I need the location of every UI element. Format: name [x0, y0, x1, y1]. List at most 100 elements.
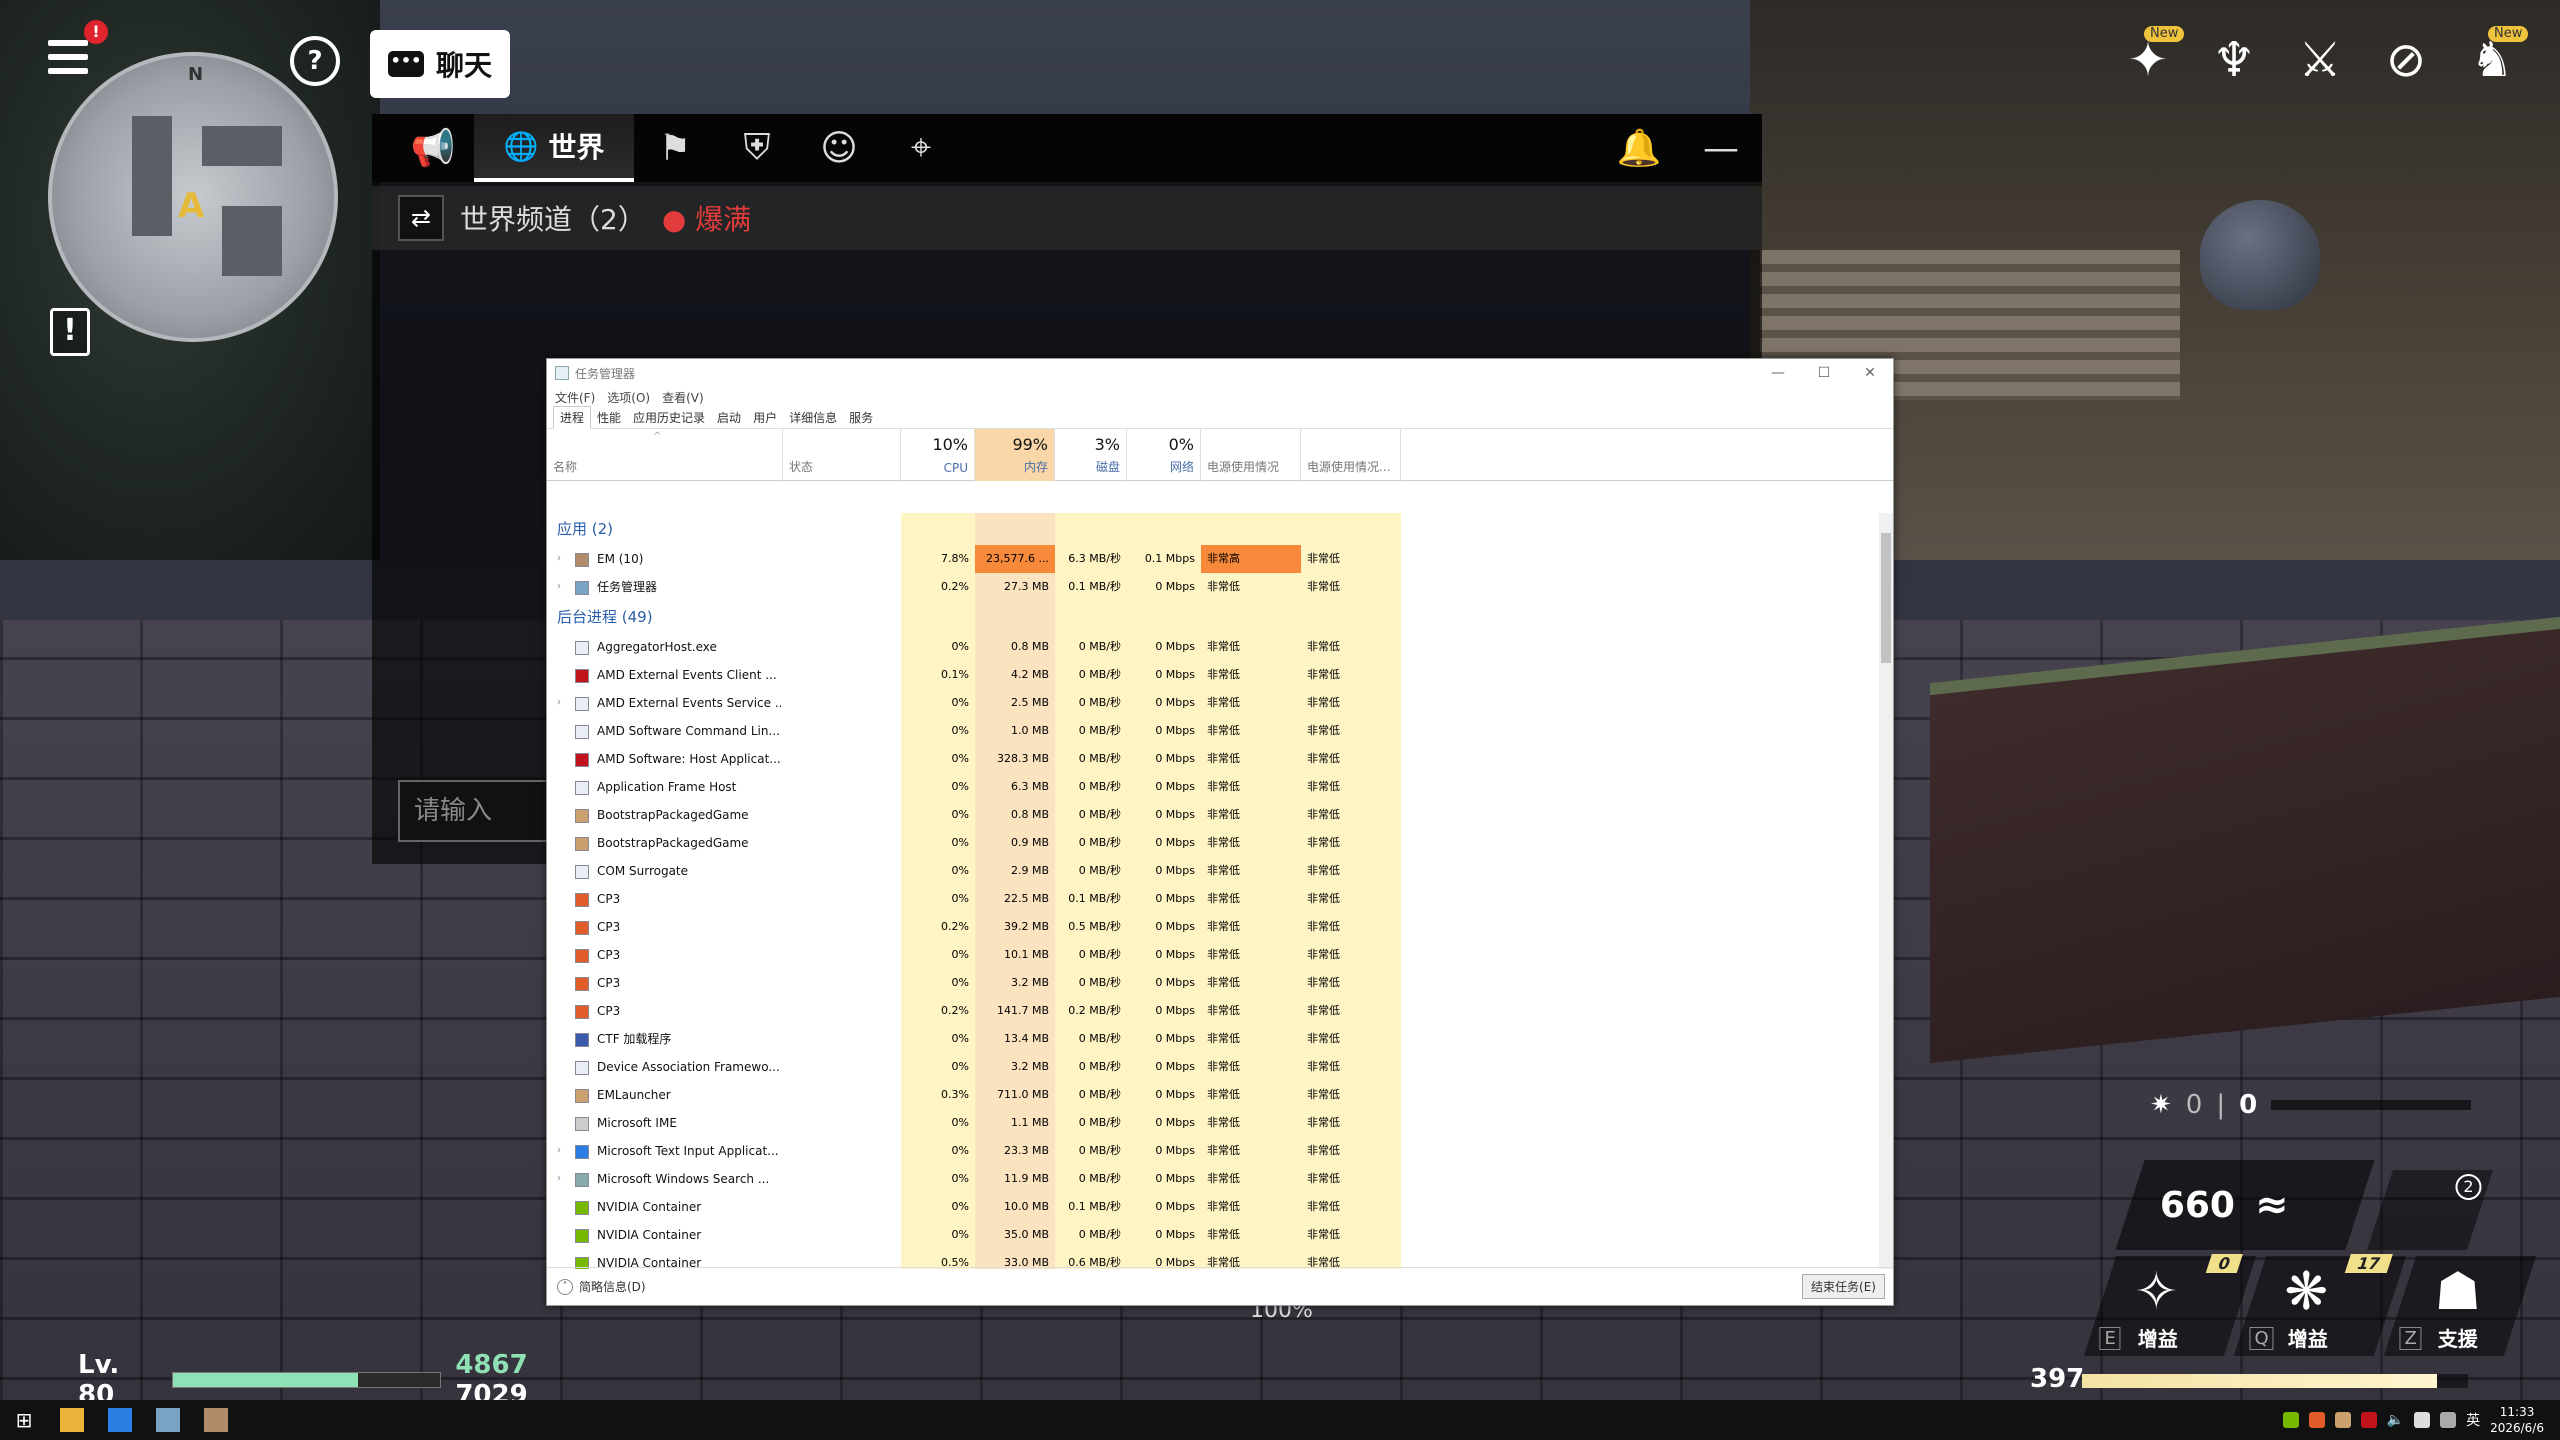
process-row[interactable]: NVIDIA Container 0% 35.0 MB 0 MB/秒 0 Mbps 非常低…: [547, 1221, 1893, 1249]
tab-guild[interactable]: ⛨: [716, 114, 798, 182]
col-power[interactable]: 电源使用情况: [1201, 429, 1301, 481]
quest-alert-icon[interactable]: !: [50, 308, 90, 356]
process-row[interactable]: › Microsoft Text Input Applicat... 0% 23.3 …: [547, 1137, 1893, 1165]
process-row[interactable]: Device Association Framewo... 0% 3.2 MB 0 M…: [547, 1053, 1893, 1081]
nvidia-tray-icon[interactable]: [2282, 1412, 2299, 1428]
chat-input[interactable]: 请输入: [398, 780, 568, 842]
end-task-button[interactable]: 结束任务(E): [1802, 1274, 1885, 1299]
inventory-icon[interactable]: ♆: [2206, 30, 2262, 90]
process-row[interactable]: AMD Software Command Lin... 0% 1.0 MB 0 MB/…: [547, 717, 1893, 745]
skill-z-label: 支援: [2437, 1327, 2478, 1351]
menu-file[interactable]: 文件(F): [555, 389, 595, 406]
chat-button[interactable]: ••• 聊天: [370, 30, 510, 98]
tab-app-history[interactable]: 应用历史记录: [627, 407, 711, 428]
battery-icon[interactable]: [2440, 1412, 2457, 1428]
tab-startup[interactable]: 启动: [711, 407, 747, 428]
process-row[interactable]: CP3 0% 22.5 MB 0.1 MB/秒 0 Mbps 非常低 非常低: [547, 885, 1893, 913]
process-row[interactable]: AggregatorHost.exe 0% 0.8 MB 0 MB/秒 0 Mbps 非常…: [547, 633, 1893, 661]
skill-q[interactable]: 17 ❋ Q 增益: [2233, 1254, 2407, 1356]
shield-icon: ⛨: [743, 127, 771, 168]
ime-indicator[interactable]: 英: [2466, 1410, 2480, 1430]
process-trend: 非常低: [1301, 1249, 1401, 1269]
pet-icon[interactable]: ♞ New: [2464, 26, 2529, 90]
event-icon[interactable]: ✦ New: [2120, 26, 2185, 90]
tab-details[interactable]: 详细信息: [783, 407, 843, 428]
process-row[interactable]: CTF 加载程序 0% 13.4 MB 0 MB/秒 0 Mbps 非常低 非常低: [547, 1025, 1893, 1053]
tab-users[interactable]: 用户: [747, 407, 783, 428]
col-network[interactable]: 0% 网络: [1127, 429, 1201, 481]
tab-team[interactable]: ⚑: [634, 114, 716, 182]
process-row[interactable]: Microsoft IME 0% 1.1 MB 0 MB/秒 0 Mbps 非常低 非常低: [547, 1109, 1893, 1137]
tab-performance[interactable]: 性能: [591, 407, 627, 428]
col-memory[interactable]: 99% 内存: [975, 429, 1055, 481]
file-explorer-button[interactable]: [48, 1400, 96, 1440]
process-row[interactable]: › AMD External Events Service ... 0% 2.5 MB…: [547, 689, 1893, 717]
maximize-button[interactable]: ☐: [1801, 359, 1847, 387]
app-button[interactable]: [96, 1400, 144, 1440]
process-row[interactable]: › EM (10) 7.8% 23,577.6 ... 6.3 MB/秒 0.1 Mbps…: [547, 545, 1893, 573]
process-row[interactable]: AMD External Events Client ... 0.1% 4.2 MB…: [547, 661, 1893, 689]
process-name: BootstrapPackagedGame: [597, 808, 749, 822]
game-menu-icon[interactable]: [48, 40, 88, 76]
minimap-player-marker: A: [178, 186, 205, 226]
process-row[interactable]: CP3 0% 10.1 MB 0 MB/秒 0 Mbps 非常低 非常低: [547, 941, 1893, 969]
minimize-chat-button[interactable]: —: [1680, 114, 1762, 182]
process-row[interactable]: CP3 0% 3.2 MB 0 MB/秒 0 Mbps 非常低 非常低: [547, 969, 1893, 997]
col-name[interactable]: ^ 名称: [547, 429, 783, 481]
task-manager-taskbar-button[interactable]: [144, 1400, 192, 1440]
process-row[interactable]: Application Frame Host 0% 6.3 MB 0 MB/秒 0 Mb…: [547, 773, 1893, 801]
tab-nearby[interactable]: ⌖: [880, 114, 962, 182]
skills-icon[interactable]: ⊘: [2378, 30, 2434, 90]
minimize-button[interactable]: —: [1755, 359, 1801, 387]
help-icon[interactable]: ?: [290, 36, 340, 86]
mute-bell-button[interactable]: 🔔: [1598, 114, 1680, 182]
process-row[interactable]: NVIDIA Container 0% 10.0 MB 0.1 MB/秒 0 Mbps 非…: [547, 1193, 1893, 1221]
col-disk[interactable]: 3% 磁盘: [1055, 429, 1127, 481]
process-row[interactable]: AMD Software: Host Applicat... 0% 328.3 MB…: [547, 745, 1893, 773]
process-row[interactable]: CP3 0.2% 39.2 MB 0.5 MB/秒 0 Mbps 非常低 非常低: [547, 913, 1893, 941]
game-taskbar-button[interactable]: [192, 1400, 240, 1440]
tab-world[interactable]: 🌐 世界: [474, 114, 634, 182]
skill-e[interactable]: 0 ✧ E 增益: [2083, 1254, 2257, 1356]
tab-services[interactable]: 服务: [843, 407, 879, 428]
process-row[interactable]: NVIDIA Container 0.5% 33.0 MB 0.6 MB/秒 0 Mbp…: [547, 1249, 1893, 1269]
speaker-icon[interactable]: 🔈: [2387, 1412, 2404, 1428]
dodge-skill[interactable]: 2: [2367, 1170, 2493, 1250]
col-cpu[interactable]: 10% CPU: [901, 429, 975, 481]
amd-tray-icon[interactable]: [2360, 1412, 2377, 1428]
minimap[interactable]: N A: [48, 52, 338, 342]
cp3-tray-icon[interactable]: [2308, 1412, 2325, 1428]
switch-channel-button[interactable]: ⇄: [398, 195, 444, 241]
chevron-up-icon[interactable]: ˄: [557, 1278, 573, 1295]
tab-announcement[interactable]: 📢: [392, 114, 474, 182]
tab-processes[interactable]: 进程: [553, 406, 592, 429]
close-button[interactable]: ✕: [1847, 359, 1893, 387]
scrollbar-thumb[interactable]: [1881, 533, 1891, 663]
process-row[interactable]: CP3 0.2% 141.7 MB 0.2 MB/秒 0 Mbps 非常低 非常低: [547, 997, 1893, 1025]
vertical-scrollbar[interactable]: [1879, 513, 1893, 1269]
col-status[interactable]: 状态: [783, 429, 901, 481]
process-row[interactable]: › Microsoft Windows Search ... 0% 11.9 MB 0 …: [547, 1165, 1893, 1193]
process-row[interactable]: BootstrapPackagedGame 0% 0.9 MB 0 MB/秒 0 Mbp…: [547, 829, 1893, 857]
less-details-link[interactable]: 简略信息(D): [579, 1278, 646, 1295]
menu-view[interactable]: 查看(V): [662, 389, 704, 406]
tab-private[interactable]: ☺: [798, 114, 880, 182]
menu-options[interactable]: 选项(O): [607, 389, 650, 406]
clock[interactable]: 11:33 2026/6/6: [2490, 1404, 2544, 1436]
network-icon[interactable]: [2414, 1412, 2431, 1428]
process-name: CP3: [597, 892, 621, 906]
skill-z[interactable]: ☗ Z 支援: [2383, 1256, 2537, 1356]
process-row[interactable]: EMLauncher 0.3% 711.0 MB 0 MB/秒 0 Mbps 非常低 非常低: [547, 1081, 1893, 1109]
process-power: 非常高: [1201, 545, 1301, 573]
ultimate-skill[interactable]: 660 ≈: [2115, 1160, 2375, 1250]
process-row[interactable]: COM Surrogate 0% 2.9 MB 0 MB/秒 0 Mbps 非常低 非常低: [547, 857, 1893, 885]
character-icon[interactable]: ⚔: [2292, 30, 2348, 90]
start-button[interactable]: ⊞: [0, 1400, 48, 1440]
process-disk: 6.3 MB/秒: [1055, 545, 1127, 573]
tm-titlebar[interactable]: 任务管理器 — ☐ ✕: [547, 359, 1893, 387]
process-row[interactable]: BootstrapPackagedGame 0% 0.8 MB 0 MB/秒 0 Mbp…: [547, 801, 1893, 829]
process-row[interactable]: › 任务管理器 0.2% 27.3 MB 0.1 MB/秒 0 Mbps 非常低 非常低: [547, 573, 1893, 601]
col-power-trend[interactable]: 电源使用情况...: [1301, 429, 1401, 481]
game-tray-icon[interactable]: [2334, 1412, 2351, 1428]
task-manager-window[interactable]: 任务管理器 — ☐ ✕ 文件(F) 选项(O) 查看(V) 进程 性能 应用历史…: [546, 358, 1894, 1306]
